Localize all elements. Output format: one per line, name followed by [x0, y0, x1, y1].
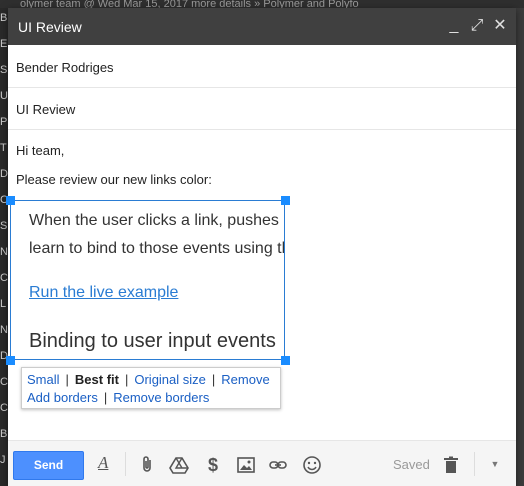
insert-photo-icon[interactable] — [236, 455, 256, 475]
inbox-item-letter: P — [0, 116, 8, 128]
inbox-item-letter: L — [0, 298, 7, 310]
resize-handle-bottom-left[interactable] — [6, 356, 15, 365]
background-inbox-list: BESUPTDCSNCLNDCCBJ — [0, 8, 8, 486]
minimize-icon[interactable]: _ — [444, 15, 464, 37]
resize-handle-top-right[interactable] — [281, 196, 290, 205]
size-small-link[interactable]: Small — [27, 372, 60, 387]
formatting-options-icon[interactable]: A — [98, 453, 108, 473]
separator: | — [103, 390, 108, 405]
money-icon[interactable]: $ — [203, 455, 223, 475]
inbox-item-letter: C — [0, 402, 8, 414]
subject-text: UI Review — [16, 102, 76, 117]
inbox-item-letter: U — [0, 90, 8, 102]
inbox-item-letter: T — [0, 142, 7, 154]
discard-draft-icon[interactable] — [441, 455, 461, 475]
image-text-line-1: When the user clicks a link, pushes a — [29, 212, 285, 229]
greeting-text: Hi team, — [16, 143, 65, 158]
inbox-item-letter: S — [0, 220, 8, 232]
image-heading: Binding to user input events — [29, 330, 276, 352]
resize-handle-top-left[interactable] — [6, 196, 15, 205]
subject-field[interactable]: UI Review — [8, 88, 516, 130]
inbox-item-letter: S — [0, 64, 8, 76]
send-button[interactable]: Send — [13, 451, 84, 480]
compose-titlebar[interactable]: UI Review _ ⤢ ✕ — [8, 8, 516, 45]
image-link-text: Run the live example — [29, 284, 179, 301]
insert-link-icon[interactable] — [268, 455, 288, 475]
compose-footer: Send A $ Saved ▼ — [8, 440, 516, 486]
inbox-item-letter: J — [0, 454, 6, 466]
message-body[interactable]: Hi team, Please review our new links col… — [6, 130, 516, 440]
separator: | — [65, 372, 69, 387]
inbox-item-letter: C — [0, 376, 8, 388]
remove-borders-link[interactable]: Remove borders — [113, 390, 209, 405]
background-email-strip: olymer team @ Wed Mar 15, 2017 more deta… — [0, 0, 524, 8]
inline-image[interactable]: When the user clicks a link, pushes a le… — [10, 200, 285, 360]
image-size-toolbar: Small | Best fit | Original size | Remove Add … — [21, 367, 281, 409]
resize-handle-bottom-right[interactable] — [281, 356, 290, 365]
divider — [125, 452, 126, 476]
attach-file-icon[interactable] — [137, 455, 157, 475]
emoji-icon[interactable] — [302, 455, 322, 475]
divider — [474, 452, 475, 476]
close-icon[interactable]: ✕ — [490, 15, 510, 37]
inbox-item-letter: E — [0, 38, 8, 50]
expand-icon[interactable]: ⤢ — [467, 15, 487, 37]
saved-status: Saved — [393, 457, 430, 472]
more-options-icon[interactable]: ▼ — [486, 454, 504, 474]
size-best-fit-link[interactable]: Best fit — [75, 372, 119, 387]
inbox-item-letter: D — [0, 168, 8, 180]
separator: | — [124, 372, 129, 387]
remove-image-link[interactable]: Remove — [221, 372, 269, 387]
window-title: UI Review — [18, 19, 82, 35]
add-borders-link[interactable]: Add borders — [27, 390, 98, 405]
inbox-item-letter: N — [0, 246, 8, 258]
recipient-name: Bender Rodriges — [16, 60, 114, 75]
request-text: Please review our new links color: — [16, 172, 212, 187]
inbox-item-letter: B — [0, 12, 8, 24]
google-drive-icon[interactable] — [169, 455, 189, 475]
compose-window: UI Review _ ⤢ ✕ Bender Rodriges UI Revie… — [6, 8, 516, 486]
inbox-item-letter: C — [0, 272, 8, 284]
separator: | — [211, 372, 216, 387]
size-original-link[interactable]: Original size — [134, 372, 206, 387]
inbox-item-letter: B — [0, 428, 8, 440]
image-text-line-2: learn to bind to those events using th — [29, 240, 285, 257]
inbox-item-letter: N — [0, 324, 8, 336]
to-field[interactable]: Bender Rodriges — [8, 46, 516, 88]
